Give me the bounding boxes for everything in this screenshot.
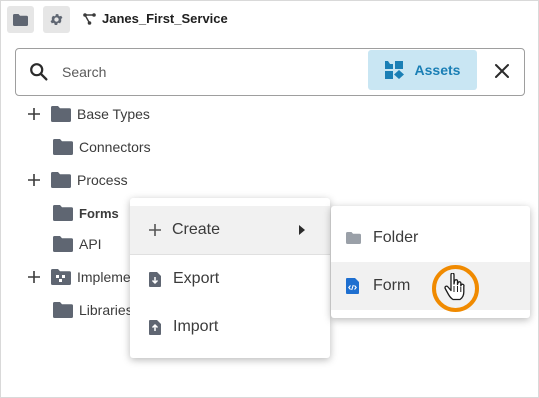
tree-item-label: Impleme bbox=[77, 269, 131, 285]
hand-pointer-icon bbox=[444, 273, 465, 301]
folder-icon bbox=[53, 302, 73, 318]
gear-icon bbox=[50, 14, 63, 25]
search-icon bbox=[28, 61, 50, 88]
folder-icon bbox=[53, 236, 73, 252]
asset-panel: Janes_First_Service Assets Base Types bbox=[0, 0, 539, 398]
tree-item-connectors[interactable]: Connectors bbox=[53, 136, 253, 158]
submenu-item-form[interactable]: Form bbox=[331, 262, 530, 310]
assets-icon bbox=[384, 61, 404, 79]
service-breadcrumb[interactable]: Janes_First_Service bbox=[83, 11, 228, 26]
search-input[interactable] bbox=[62, 59, 362, 85]
folder-icon bbox=[53, 205, 73, 221]
import-icon bbox=[149, 319, 161, 335]
expand-plus-icon[interactable] bbox=[27, 173, 41, 187]
close-search-button[interactable] bbox=[490, 59, 514, 83]
plus-icon bbox=[149, 224, 161, 236]
service-icon bbox=[83, 12, 96, 25]
folder-icon bbox=[53, 139, 73, 155]
tree-item-label: Libraries bbox=[79, 302, 131, 318]
submenu-item-label: Form bbox=[373, 277, 411, 294]
folder-icon bbox=[51, 106, 71, 122]
assets-button[interactable]: Assets bbox=[368, 50, 477, 90]
tree-item-label: Process bbox=[77, 172, 128, 188]
tree-item-label: Forms bbox=[79, 205, 119, 221]
folder-icon bbox=[346, 232, 361, 244]
tree-item-label: Base Types bbox=[77, 106, 150, 122]
tree-item-label: API bbox=[79, 236, 102, 252]
export-icon bbox=[149, 271, 161, 287]
expand-plus-icon[interactable] bbox=[27, 270, 41, 284]
tree-item-implementation[interactable]: Impleme bbox=[27, 266, 131, 288]
context-menu: Create Export Import bbox=[130, 198, 330, 358]
menu-item-label: Create bbox=[172, 221, 221, 238]
menu-item-import[interactable]: Import bbox=[130, 303, 330, 351]
form-icon bbox=[346, 278, 359, 294]
settings-tab-button[interactable] bbox=[43, 6, 70, 33]
search-bar: Assets bbox=[15, 48, 525, 96]
menu-item-export[interactable]: Export bbox=[130, 255, 330, 303]
menu-item-create[interactable]: Create bbox=[130, 206, 330, 254]
tree-item-api[interactable]: API bbox=[53, 233, 133, 255]
tree-item-base-types[interactable]: Base Types bbox=[27, 103, 227, 125]
submenu-item-label: Folder bbox=[373, 229, 419, 246]
close-icon bbox=[495, 64, 509, 78]
service-name: Janes_First_Service bbox=[102, 11, 228, 26]
menu-item-label: Export bbox=[173, 270, 220, 287]
caret-right-icon bbox=[299, 225, 305, 235]
tree-item-process[interactable]: Process bbox=[27, 169, 227, 191]
tree-item-libraries[interactable]: Libraries bbox=[53, 299, 131, 321]
assets-label: Assets bbox=[414, 62, 461, 78]
tree-item-label: Connectors bbox=[79, 139, 151, 155]
menu-item-label: Import bbox=[173, 318, 219, 335]
folder-tab-button[interactable] bbox=[7, 6, 34, 33]
submenu-item-folder[interactable]: Folder bbox=[331, 214, 530, 262]
create-submenu: Folder Form bbox=[331, 206, 530, 318]
implementation-folder-icon bbox=[51, 269, 71, 285]
expand-plus-icon[interactable] bbox=[27, 107, 41, 121]
folder-icon bbox=[51, 172, 71, 188]
folder-icon bbox=[13, 13, 28, 26]
tree-item-forms[interactable]: Forms bbox=[53, 202, 133, 224]
top-toolbar: Janes_First_Service bbox=[1, 1, 538, 39]
